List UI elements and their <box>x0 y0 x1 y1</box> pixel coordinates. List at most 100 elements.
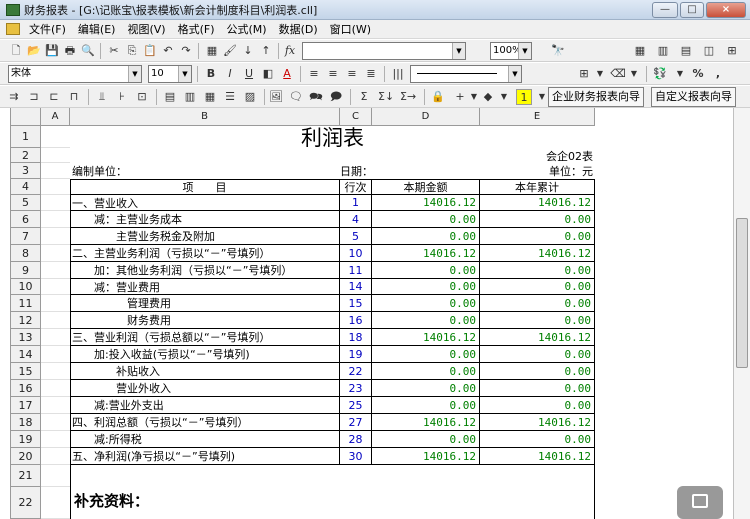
line-no-cell[interactable]: 16 <box>340 312 372 329</box>
new-icon[interactable]: 🗋 <box>8 43 24 59</box>
row-header[interactable]: 10 <box>11 279 41 295</box>
tile-icon[interactable]: ⊞ <box>724 43 740 59</box>
eraser-dropdown-icon[interactable]: ▼ <box>626 66 642 82</box>
item-cell[interactable]: 减：主营业务成本 <box>70 211 340 228</box>
row-header[interactable]: 5 <box>11 195 41 211</box>
ytd-amount-cell[interactable]: 0.00 <box>480 363 595 380</box>
item-cell[interactable]: 五、净利润(净亏损以“－”号填列) <box>70 448 340 465</box>
delete-row-icon[interactable]: ⊏ <box>46 89 62 105</box>
number-format-icon[interactable]: 💱 <box>652 66 668 82</box>
line-no-cell[interactable]: 19 <box>340 346 372 363</box>
sort-desc-icon[interactable]: ↑ <box>258 43 274 59</box>
ytd-amount-cell[interactable]: 0.00 <box>480 211 595 228</box>
item-cell[interactable]: 减:营业外支出 <box>70 397 340 414</box>
line-no-cell[interactable]: 23 <box>340 380 372 397</box>
fx-icon[interactable]: fx <box>282 43 298 59</box>
row-height-icon[interactable]: ▤ <box>162 89 178 105</box>
font-color-icon[interactable]: A <box>279 66 295 82</box>
justify-icon[interactable]: ≣ <box>363 66 379 82</box>
row-header[interactable]: 3 <box>11 163 41 179</box>
font-size-combo[interactable]: 10 ▼ <box>148 65 192 83</box>
ytd-amount-cell[interactable]: 0.00 <box>480 397 595 414</box>
item-cell[interactable]: 三、营业利润（亏损总额以“－”号填列） <box>70 329 340 346</box>
row-header[interactable]: 12 <box>11 312 41 329</box>
insert-col-icon[interactable]: ⊐ <box>26 89 42 105</box>
align-center-icon[interactable]: ≡ <box>325 66 341 82</box>
column-header-e[interactable]: E <box>480 108 595 126</box>
line-no-cell[interactable]: 14 <box>340 279 372 295</box>
current-amount-cell[interactable]: 0.00 <box>372 295 480 312</box>
current-amount-cell[interactable]: 14016.12 <box>372 448 480 465</box>
row-header[interactable]: 14 <box>11 346 41 363</box>
ytd-amount-cell[interactable]: 0.00 <box>480 279 595 295</box>
line-no-cell[interactable]: 15 <box>340 295 372 312</box>
delete-col-icon[interactable]: ⊓ <box>66 89 82 105</box>
current-amount-cell[interactable]: 0.00 <box>372 228 480 245</box>
menu-view[interactable]: 视图(V) <box>121 21 171 37</box>
insert-row-icon[interactable]: ⇉ <box>6 89 22 105</box>
item-cell[interactable]: 管理费用 <box>70 295 340 312</box>
image-icon[interactable]: 🖼 <box>268 89 284 105</box>
window-icon[interactable]: ◫ <box>701 43 717 59</box>
line-no-cell[interactable]: 4 <box>340 211 372 228</box>
ytd-amount-cell[interactable]: 0.00 <box>480 346 595 363</box>
sum-icon[interactable]: Σ <box>356 89 372 105</box>
row-header[interactable]: 15 <box>11 363 41 380</box>
cut-icon[interactable]: ✂ <box>106 43 122 59</box>
corner-cell[interactable] <box>11 108 41 126</box>
floating-action-button[interactable] <box>677 486 723 519</box>
ytd-amount-cell[interactable]: 0.00 <box>480 312 595 329</box>
current-amount-cell[interactable]: 0.00 <box>372 380 480 397</box>
line-no-cell[interactable]: 18 <box>340 329 372 346</box>
link-icon[interactable]: 🗪 <box>308 89 324 105</box>
ytd-amount-cell[interactable]: 0.00 <box>480 228 595 245</box>
sort-asc-icon[interactable]: ↓ <box>240 43 256 59</box>
item-cell[interactable]: 二、主营业务利润（亏损以“－”号填列） <box>70 245 340 262</box>
ytd-amount-cell[interactable]: 0.00 <box>480 262 595 279</box>
column-header-a[interactable]: A <box>41 108 70 126</box>
current-amount-cell[interactable]: 0.00 <box>372 211 480 228</box>
hyperlink-icon[interactable]: 🗩 <box>328 89 344 105</box>
ytd-amount-cell[interactable]: 14016.12 <box>480 448 595 465</box>
bold-icon[interactable]: B <box>203 66 219 82</box>
italic-icon[interactable]: I <box>222 66 238 82</box>
sheet-icon[interactable]: ▤ <box>678 43 694 59</box>
format-painter-icon[interactable]: 🖌 <box>222 43 238 59</box>
sum-row-icon[interactable]: Σ↓ <box>378 89 394 105</box>
column-header-d[interactable]: D <box>372 108 480 126</box>
percent-icon[interactable]: % <box>690 66 706 82</box>
ytd-amount-cell[interactable]: 0.00 <box>480 295 595 312</box>
vertical-scrollbar[interactable] <box>733 108 750 519</box>
save-icon[interactable]: 💾 <box>44 43 60 59</box>
split-icon[interactable]: ▥ <box>655 43 671 59</box>
row-header[interactable]: 13 <box>11 329 41 346</box>
fill-dropdown-icon[interactable]: ▼ <box>496 89 512 105</box>
current-amount-cell[interactable]: 14016.12 <box>372 329 480 346</box>
line-no-cell[interactable]: 27 <box>340 414 372 431</box>
row-header[interactable]: 17 <box>11 397 41 414</box>
ytd-amount-cell[interactable]: 14016.12 <box>480 414 595 431</box>
row-header[interactable]: 21 <box>11 465 41 487</box>
menu-window[interactable]: 窗口(W) <box>324 21 377 37</box>
row-header[interactable]: 7 <box>11 228 41 245</box>
row-header[interactable]: 18 <box>11 414 41 431</box>
row-header[interactable]: 16 <box>11 380 41 397</box>
row-header[interactable]: 11 <box>11 295 41 312</box>
item-cell[interactable]: 主营业务税金及附加 <box>70 228 340 245</box>
line-no-cell[interactable]: 30 <box>340 448 372 465</box>
line-no-cell[interactable]: 22 <box>340 363 372 380</box>
col-width-icon[interactable]: ▥ <box>182 89 198 105</box>
row-header[interactable]: 6 <box>11 211 41 228</box>
sheet-props-icon[interactable]: ▦ <box>202 89 218 105</box>
comma-icon[interactable]: , <box>710 66 726 82</box>
sum-col-icon[interactable]: Σ→ <box>400 89 416 105</box>
number-format-dropdown-icon[interactable]: ▼ <box>672 66 688 82</box>
line-no-cell[interactable]: 11 <box>340 262 372 279</box>
item-cell[interactable]: 财务费用 <box>70 312 340 329</box>
ytd-amount-cell[interactable]: 0.00 <box>480 431 595 448</box>
row-header[interactable]: 2 <box>11 148 41 163</box>
underline-icon[interactable]: U <box>241 66 257 82</box>
item-cell[interactable]: 加：其他业务利润（亏损以“－”号填列） <box>70 262 340 279</box>
undo-icon[interactable]: ↶ <box>160 43 176 59</box>
find-icon[interactable]: 🔭 <box>550 43 566 59</box>
